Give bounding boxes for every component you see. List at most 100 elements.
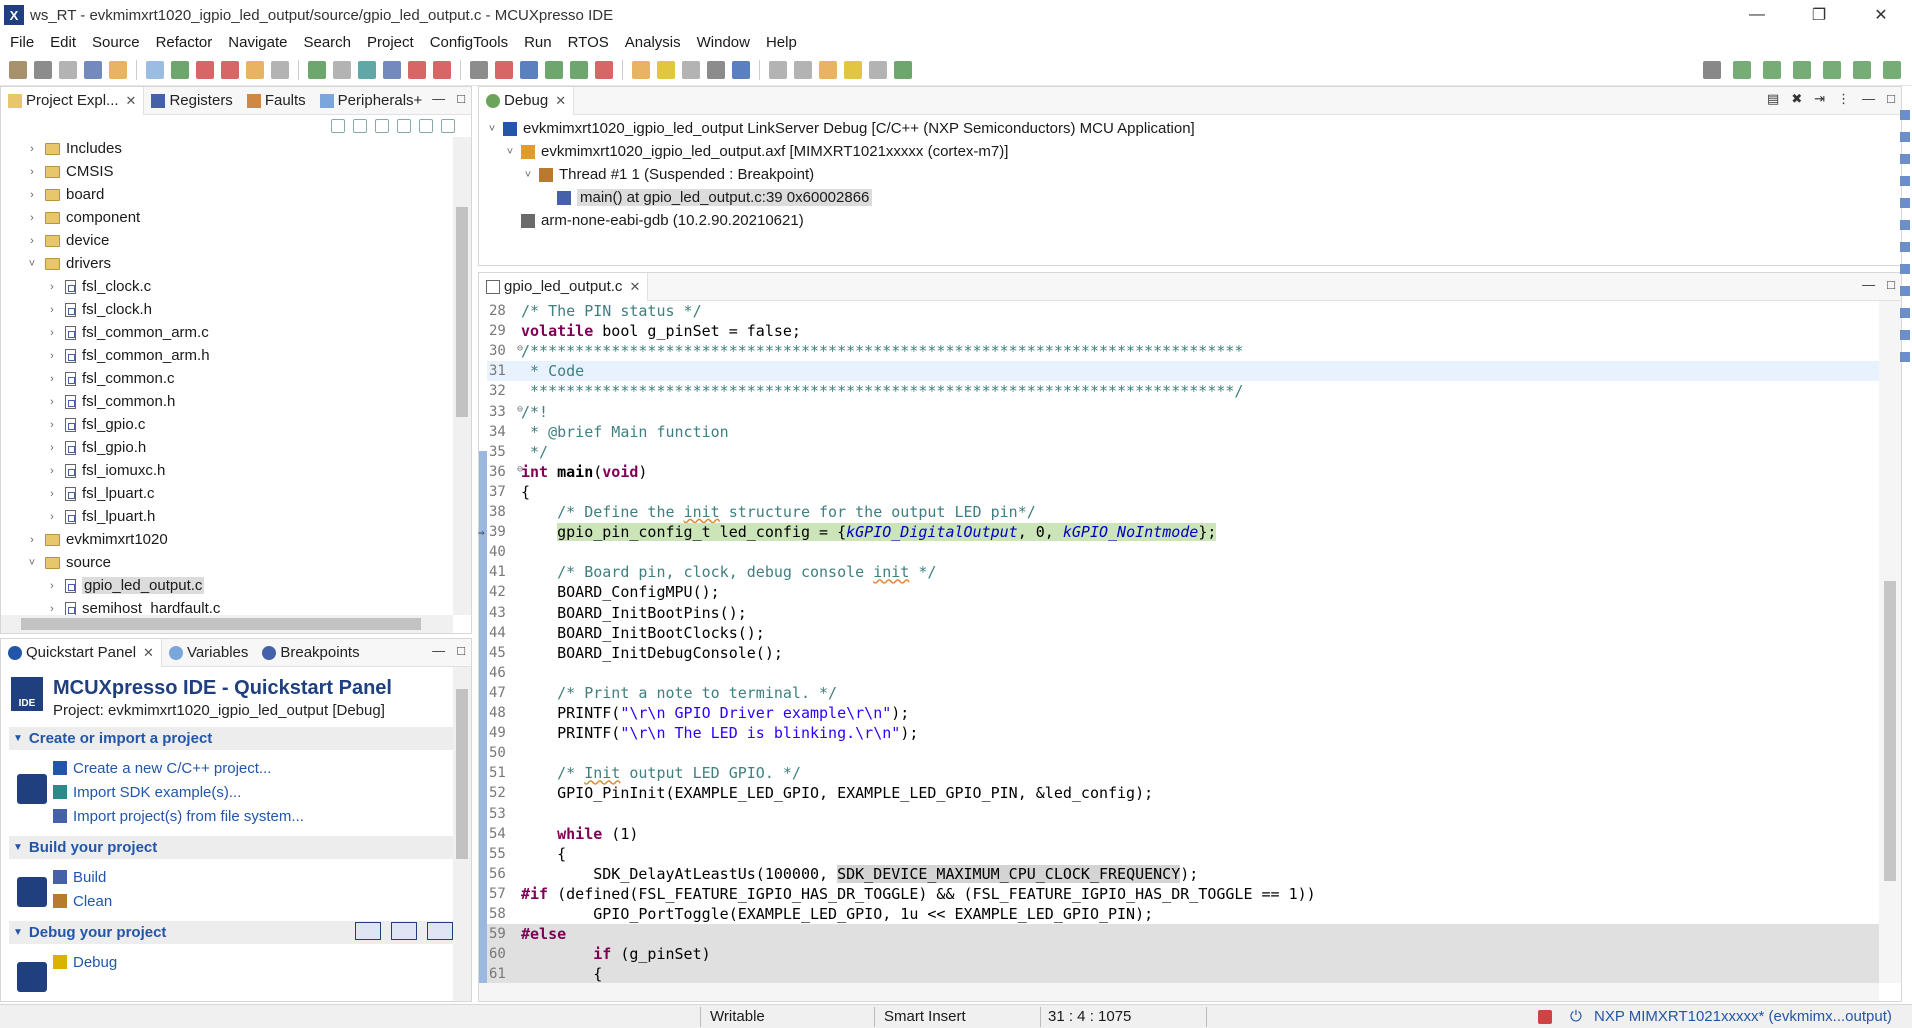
toolbar-button-6-icon[interactable]: [146, 60, 164, 79]
code-line[interactable]: 52 GPIO_PinInit(EXAMPLE_LED_GPIO, EXAMPL…: [487, 783, 1879, 803]
code-line[interactable]: 61 {: [487, 964, 1879, 985]
toolbar-button-4-icon[interactable]: [84, 60, 102, 79]
toolbar-button-24-icon[interactable]: [632, 60, 650, 79]
variables-icon[interactable]: [1900, 132, 1910, 142]
tab-variables[interactable]: Variables: [162, 639, 255, 667]
quickstart-link-clean[interactable]: Clean: [53, 889, 112, 913]
filter-icon[interactable]: [375, 119, 389, 133]
view-menu-icon[interactable]: [397, 119, 411, 133]
image-info-icon[interactable]: [1900, 308, 1910, 318]
toolbar-button-15-icon[interactable]: [383, 60, 401, 79]
tree-file-item[interactable]: › fsl_clock.h: [1, 298, 453, 321]
collapse-all-icon[interactable]: ▤: [1767, 91, 1779, 107]
pe-dropdown-icon[interactable]: [391, 922, 417, 940]
menu-refactor[interactable]: Refactor: [148, 34, 221, 51]
properties-icon[interactable]: [1900, 352, 1910, 362]
link-with-editor-icon[interactable]: [353, 119, 367, 133]
toolbar-button-31-icon[interactable]: [819, 60, 837, 79]
code-line[interactable]: 35 */: [487, 442, 1879, 462]
chevron-right-icon[interactable]: ›: [45, 511, 59, 523]
minimize-view-icon[interactable]: —: [432, 643, 445, 658]
toolbar-button-11-icon[interactable]: [271, 60, 289, 79]
chevron-right-icon[interactable]: ›: [45, 580, 59, 592]
code-line[interactable]: 30 ⊖/************************************…: [487, 341, 1879, 361]
toolbar-button-33-icon[interactable]: [869, 60, 887, 79]
tree-folder-item[interactable]: ˅ drivers: [1, 252, 453, 275]
chevron-right-icon[interactable]: ›: [45, 373, 59, 385]
menu-analysis[interactable]: Analysis: [617, 34, 689, 51]
code-line[interactable]: 29 volatile bool g_pinSet = false;: [487, 321, 1879, 341]
code-line[interactable]: 28 /* The PIN status */: [487, 301, 1879, 321]
chevron-down-icon[interactable]: ˅: [503, 146, 517, 158]
menu-configtools[interactable]: ConfigTools: [422, 34, 516, 51]
toolbar-button-8-icon[interactable]: [196, 60, 214, 79]
toolbar-button-23-icon[interactable]: [595, 60, 613, 79]
expand-triangle-icon[interactable]: ▼: [13, 842, 23, 853]
toolbar-button-18-icon[interactable]: [470, 60, 488, 79]
tab-project-expl[interactable]: Project Expl... ✕: [1, 86, 145, 115]
toolbar-button-12-icon[interactable]: [308, 60, 326, 79]
code-line[interactable]: 39 ⇒ gpio_pin_config_t led_config = {kGPI…: [478, 522, 1879, 542]
debug-tree-item[interactable]: ˅ evkmimxrt1020_igpio_led_output.axf [MIM…: [479, 140, 1901, 163]
code-line[interactable]: 60 if (g_pinSet): [487, 944, 1879, 965]
chevron-right-icon[interactable]: ›: [25, 235, 39, 247]
chevron-right-icon[interactable]: ›: [45, 304, 59, 316]
tree-file-item[interactable]: › fsl_common.h: [1, 390, 453, 413]
menu-rtos[interactable]: RTOS: [560, 34, 617, 51]
toolbar-button-13-icon[interactable]: [333, 60, 351, 79]
collapse-all-icon[interactable]: [331, 119, 345, 133]
tab-breakpoints[interactable]: Breakpoints: [255, 639, 366, 667]
menu-search[interactable]: Search: [295, 34, 359, 51]
menu-edit[interactable]: Edit: [42, 34, 84, 51]
menu-project[interactable]: Project: [359, 34, 422, 51]
code-line[interactable]: 49 PRINTF("\r\n The LED is blinking.\r\n…: [487, 723, 1879, 743]
chevron-right-icon[interactable]: ›: [25, 166, 39, 178]
quickstart-link-import-project-s-from-file-system[interactable]: Import project(s) from file system...: [53, 804, 304, 828]
tree-file-item[interactable]: › fsl_iomuxc.h: [1, 459, 453, 482]
quickstart-vscrollbar[interactable]: [453, 667, 471, 1001]
maximize-view-icon[interactable]: □: [457, 643, 465, 658]
code-line[interactable]: 40: [487, 542, 1879, 562]
develop-perspective-icon[interactable]: [1793, 61, 1811, 79]
code-line[interactable]: 44 BOARD_InitBootClocks();: [487, 623, 1879, 643]
toolbar-button-27-icon[interactable]: [707, 60, 725, 79]
toolbar-button-32-icon[interactable]: [844, 60, 862, 79]
toolbar-button-21-icon[interactable]: [545, 60, 563, 79]
toolbar-button-14-icon[interactable]: [358, 60, 376, 79]
tree-folder-item[interactable]: › board: [1, 183, 453, 206]
toolbar-button-20-icon[interactable]: [520, 60, 538, 79]
close-tab-icon[interactable]: ✕: [126, 93, 137, 109]
toolbar-button-7-icon[interactable]: [171, 60, 189, 79]
problems-icon[interactable]: [1900, 264, 1910, 274]
code-line[interactable]: 33 ⊖/*!: [487, 402, 1879, 422]
tree-file-item[interactable]: › semihost_hardfault.c: [1, 597, 453, 615]
chevron-right-icon[interactable]: ›: [45, 603, 59, 615]
quickstart-link-import-sdk-example-s[interactable]: Import SDK example(s)...: [53, 780, 304, 804]
toolbar-button-29-icon[interactable]: [769, 60, 787, 79]
tab-quickstart-panel[interactable]: Quickstart Panel ✕: [1, 638, 162, 667]
code-line[interactable]: 55 {: [487, 844, 1879, 864]
editor-hscrollbar[interactable]: [479, 983, 1879, 1001]
chevron-right-icon[interactable]: ›: [45, 327, 59, 339]
grid-icon[interactable]: [1883, 61, 1901, 79]
project-tree-vscrollbar[interactable]: [453, 137, 471, 615]
project-tree-hscrollbar[interactable]: [1, 615, 453, 633]
tab-gpio-led-output[interactable]: gpio_led_output.c ✕: [479, 272, 649, 301]
code-line[interactable]: 50: [487, 743, 1879, 763]
chevron-right-icon[interactable]: ›: [45, 419, 59, 431]
tree-folder-item[interactable]: › component: [1, 206, 453, 229]
search-icon[interactable]: [1900, 330, 1910, 340]
debug-probe-icon[interactable]: [1538, 1010, 1552, 1024]
code-line[interactable]: 46: [487, 663, 1879, 683]
chevron-down-icon[interactable]: ˅: [485, 123, 499, 135]
menu-source[interactable]: Source: [84, 34, 148, 51]
minimize-icon[interactable]: —: [1726, 0, 1788, 30]
toolbar-button-1-icon[interactable]: [9, 60, 27, 79]
code-line[interactable]: 47 /* Print a note to terminal. */: [487, 683, 1879, 703]
toolbar-button-3-icon[interactable]: [59, 60, 77, 79]
terminal-icon[interactable]: [1900, 286, 1910, 296]
chevron-down-icon[interactable]: ˅: [25, 258, 39, 270]
quickstart-link-create-a-new-c-c-project[interactable]: Create a new C/C++ project...: [53, 756, 304, 780]
toolbar-button-16-icon[interactable]: [408, 60, 426, 79]
toolbar-button-2-icon[interactable]: [34, 60, 52, 79]
